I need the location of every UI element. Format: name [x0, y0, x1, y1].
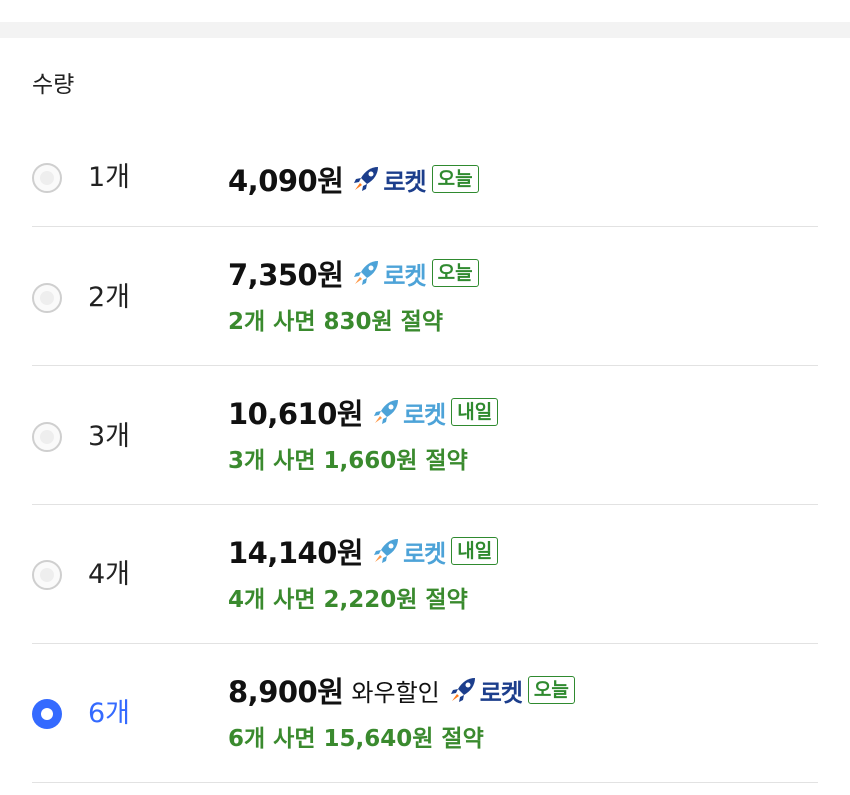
rocket-delivery: 로켓	[351, 256, 427, 291]
radio-option-4[interactable]	[32, 560, 62, 590]
option-price-line-2[interactable]: 7,350원 로켓 오늘	[228, 253, 479, 293]
option-saving-3: 3개 사면 1,660원 절약	[228, 448, 468, 474]
option-price-line-6[interactable]: 8,900원 와우할인 로켓 오늘	[228, 670, 575, 710]
rocket-label: 로켓	[383, 261, 426, 290]
option-qty-4[interactable]: 4개	[88, 559, 130, 591]
wow-discount-label: 와우할인	[351, 678, 440, 707]
row-divider	[32, 782, 818, 783]
rocket-icon	[354, 167, 379, 191]
radio-option-2[interactable]	[32, 283, 62, 313]
rocket-label: 로켓	[403, 400, 446, 429]
radio-dot	[40, 171, 54, 185]
row-divider	[32, 365, 818, 366]
option-price-6: 8,900원	[228, 675, 344, 709]
option-saving-4: 4개 사면 2,220원 절약	[228, 587, 468, 613]
delivery-badge: 오늘	[431, 165, 479, 193]
option-price-1: 4,090원	[228, 164, 344, 198]
section-title: 수량	[32, 72, 75, 98]
rocket-label: 로켓	[383, 167, 426, 196]
delivery-badge: 내일	[451, 398, 499, 426]
option-price-2: 7,350원	[228, 258, 344, 292]
rocket-icon	[450, 678, 475, 702]
option-price-4: 14,140원	[228, 536, 364, 570]
option-saving-6: 6개 사면 15,640원 절약	[228, 726, 484, 752]
option-qty-3[interactable]: 3개	[88, 421, 130, 453]
option-price-line-1[interactable]: 4,090원 로켓 오늘	[228, 159, 479, 199]
radio-option-1[interactable]	[32, 163, 62, 193]
row-divider	[32, 504, 818, 505]
delivery-badge: 오늘	[527, 676, 575, 704]
option-price-line-3[interactable]: 10,610원 로켓 내일	[228, 392, 499, 432]
option-qty-6[interactable]: 6개	[88, 698, 130, 730]
radio-dot	[40, 430, 54, 444]
rocket-delivery: 로켓	[371, 395, 446, 430]
row-divider	[32, 226, 818, 227]
radio-dot	[40, 291, 54, 305]
radio-dot	[40, 568, 54, 582]
delivery-badge: 내일	[451, 537, 499, 565]
section-separator	[0, 22, 850, 38]
rocket-icon	[354, 261, 379, 285]
option-price-line-4[interactable]: 14,140원 로켓 내일	[228, 531, 499, 571]
rocket-delivery: 로켓	[351, 162, 427, 197]
option-saving-2: 2개 사면 830원 절약	[228, 309, 443, 335]
delivery-badge: 오늘	[431, 259, 479, 287]
row-divider	[32, 643, 818, 644]
option-price-3: 10,610원	[228, 397, 364, 431]
rocket-delivery: 로켓	[448, 673, 523, 708]
option-qty-1[interactable]: 1개	[88, 162, 130, 194]
radio-option-3[interactable]	[32, 422, 62, 452]
rocket-icon	[374, 539, 399, 563]
rocket-delivery: 로켓	[371, 534, 446, 569]
rocket-icon	[374, 400, 399, 424]
rocket-label: 로켓	[479, 678, 523, 707]
radio-dot	[41, 708, 53, 720]
rocket-label: 로켓	[403, 539, 446, 568]
radio-option-6[interactable]	[32, 699, 62, 729]
top-spacer	[0, 0, 850, 22]
option-qty-2[interactable]: 2개	[88, 282, 130, 314]
